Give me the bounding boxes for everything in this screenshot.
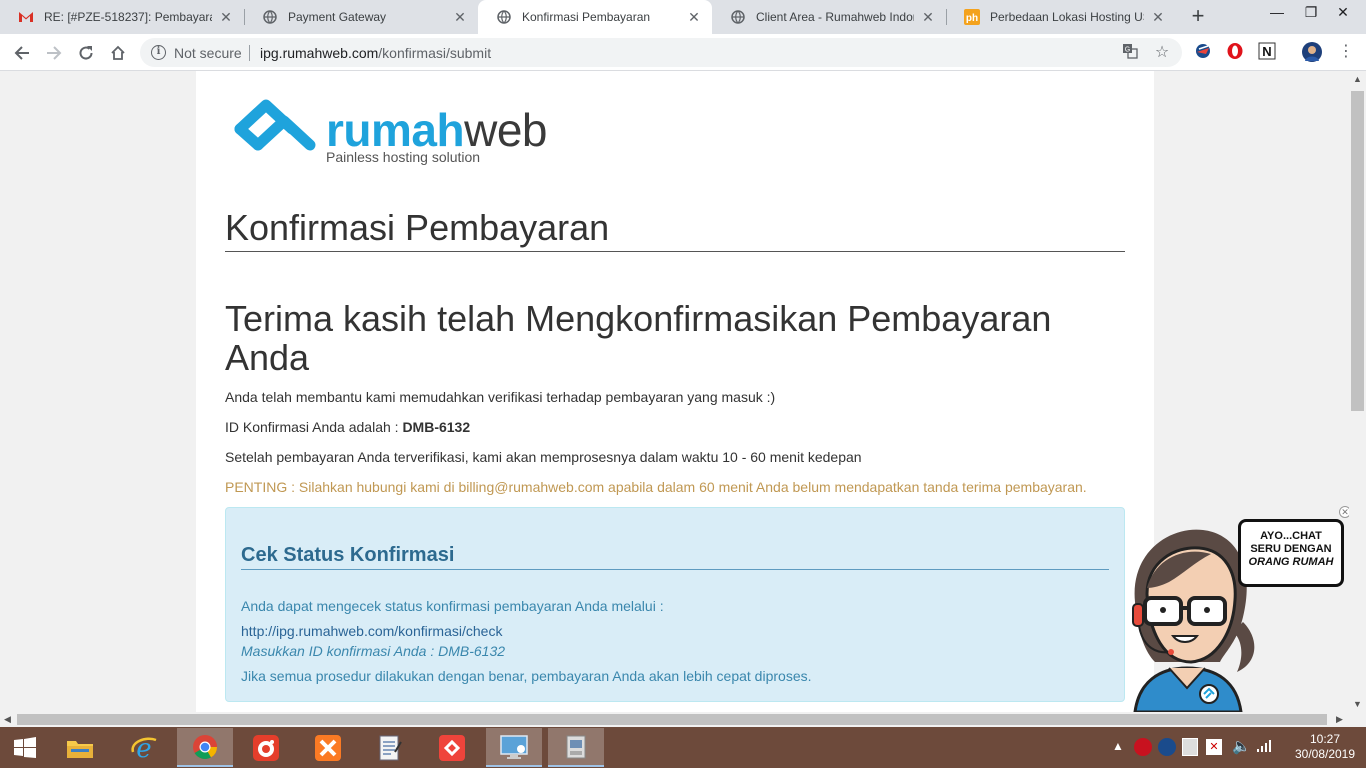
- anydesk-icon[interactable]: [424, 728, 480, 767]
- status-id-hint: Masukkan ID konfirmasi Anda : DMB-6132: [241, 643, 506, 659]
- forward-icon[interactable]: [41, 40, 67, 66]
- notepad-icon[interactable]: [362, 728, 418, 767]
- file-explorer-icon[interactable]: [52, 728, 108, 767]
- tab-gmail[interactable]: RE: [#PZE-518237]: Pembayaran ✕: [0, 0, 244, 34]
- scroll-left-icon[interactable]: ◀: [4, 714, 11, 725]
- window-close-icon[interactable]: ✕: [1320, 0, 1366, 30]
- horizontal-scroll-thumb[interactable]: [17, 714, 1327, 725]
- windows-taskbar: e ▲ ✕ 🔈 10:27 30/08/2019: [0, 727, 1366, 768]
- globe-icon: [730, 9, 746, 25]
- logo-tagline: Painless hosting solution: [326, 149, 481, 165]
- confirmation-id-line: ID Konfirmasi Anda adalah : DMB-6132: [225, 419, 470, 435]
- browser-tab-strip: RE: [#PZE-518237]: Pembayaran ✕ Payment …: [0, 0, 1366, 34]
- close-icon[interactable]: ✕: [1150, 9, 1166, 25]
- intro-text: Anda telah membantu kami memudahkan veri…: [225, 389, 776, 405]
- xampp-icon[interactable]: [300, 728, 356, 767]
- tray-app-icon-2[interactable]: [1158, 738, 1176, 756]
- status-box-intro: Anda dapat mengecek status konfirmasi pe…: [241, 598, 664, 614]
- url-text[interactable]: ipg.rumahweb.com/konfirmasi/submit: [260, 45, 491, 61]
- browser-toolbar: i Not secure ipg.rumahweb.com/konfirmasi…: [0, 34, 1366, 71]
- close-icon[interactable]: ✕: [218, 9, 234, 25]
- profile-avatar[interactable]: [1302, 42, 1322, 62]
- chat-bubble-line-1: AYO...CHAT: [1260, 530, 1322, 542]
- windows-logo-icon: [14, 736, 36, 758]
- vertical-scrollbar[interactable]: ▲ ▼: [1349, 71, 1366, 712]
- security-label: Not secure: [174, 45, 242, 61]
- scroll-right-icon[interactable]: ▶: [1336, 714, 1343, 725]
- weibo-like-app-icon[interactable]: [238, 728, 294, 767]
- close-icon[interactable]: ✕: [686, 9, 702, 25]
- scroll-up-icon[interactable]: ▲: [1353, 74, 1362, 84]
- close-icon[interactable]: ✕: [452, 9, 468, 25]
- clock-date: 30/08/2019: [1294, 747, 1356, 761]
- tray-network-device-icon[interactable]: [1182, 738, 1198, 756]
- home-icon[interactable]: [105, 40, 131, 66]
- extension-icon-1[interactable]: [1194, 42, 1214, 62]
- svg-text:N: N: [1262, 44, 1271, 59]
- menu-kebab-icon[interactable]: ⋮: [1336, 42, 1356, 62]
- clock-time: 10:27: [1309, 732, 1341, 746]
- url-path: /konfirmasi/submit: [378, 45, 492, 61]
- translate-icon[interactable]: G: [1120, 43, 1140, 63]
- rumahweb-logo-icon: [234, 99, 316, 151]
- tray-expand-icon[interactable]: ▲: [1112, 739, 1124, 753]
- reload-icon[interactable]: [73, 40, 99, 66]
- process-text: Setelah pembayaran Anda terverifikasi, k…: [225, 449, 862, 465]
- chrome-taskbar-icon[interactable]: [177, 728, 233, 767]
- tab-title: Konfirmasi Pembayaran: [522, 10, 651, 24]
- tab-title: Client Area - Rumahweb Indone: [756, 10, 914, 24]
- page-title: Konfirmasi Pembayaran: [225, 207, 1125, 252]
- globe-icon: [262, 9, 278, 25]
- globe-icon: [496, 9, 512, 25]
- tab-title: Perbedaan Lokasi Hosting US, I: [990, 10, 1144, 24]
- svg-text:G: G: [1125, 47, 1130, 54]
- warning-text: PENTING : Silahkan hubungi kami di billi…: [225, 479, 1087, 495]
- close-icon[interactable]: ✕: [920, 9, 936, 25]
- tab-payment-gateway[interactable]: Payment Gateway ✕: [244, 0, 478, 34]
- bookmark-star-icon[interactable]: ☆: [1152, 43, 1172, 63]
- chat-bubble-line-2: SERU DENGAN: [1250, 543, 1332, 555]
- status-check-box: Cek Status Konfirmasi Anda dapat mengece…: [225, 507, 1125, 702]
- chat-bubble-line-3: ORANG RUMAH: [1248, 556, 1334, 568]
- tab-konfirmasi-pembayaran[interactable]: Konfirmasi Pembayaran ✕: [478, 0, 712, 34]
- omnibox-divider: [249, 45, 250, 61]
- thanks-heading: Terima kasih telah Mengkonfirmasikan Pem…: [225, 298, 1052, 378]
- tab-title: Payment Gateway: [288, 10, 387, 24]
- status-box-title: Cek Status Konfirmasi: [241, 544, 1109, 570]
- vertical-scroll-thumb[interactable]: [1351, 91, 1364, 411]
- address-bar[interactable]: i Not secure ipg.rumahweb.com/konfirmasi…: [140, 38, 1182, 67]
- installer-app-icon[interactable]: [548, 728, 604, 767]
- back-icon[interactable]: [9, 40, 35, 66]
- tray-pdf-icon[interactable]: ✕: [1206, 739, 1222, 755]
- horizontal-scrollbar[interactable]: ◀ ▶: [0, 712, 1349, 727]
- volume-icon[interactable]: 🔈: [1232, 737, 1251, 755]
- status-box-footer: Jika semua prosedur dilakukan dengan ben…: [241, 668, 812, 684]
- start-button[interactable]: [0, 728, 50, 767]
- remote-desktop-icon[interactable]: [486, 728, 542, 767]
- n-extension-icon[interactable]: N: [1258, 42, 1278, 62]
- page-container: rumahweb Painless hosting solution Konfi…: [196, 71, 1154, 712]
- status-check-link[interactable]: http://ipg.rumahweb.com/konfirmasi/check: [241, 623, 502, 639]
- tab-title: RE: [#PZE-518237]: Pembayaran: [44, 10, 212, 24]
- scroll-down-icon[interactable]: ▼: [1353, 699, 1362, 709]
- tab-perbedaan-lokasi[interactable]: ph Perbedaan Lokasi Hosting US, I ✕: [946, 0, 1176, 34]
- confirmation-id-value: DMB-6132: [402, 419, 471, 435]
- taskbar-clock[interactable]: 10:27 30/08/2019: [1288, 732, 1362, 762]
- opera-icon[interactable]: [1226, 42, 1246, 62]
- tab-client-area[interactable]: Client Area - Rumahweb Indone ✕: [712, 0, 946, 34]
- chat-widget[interactable]: ✕ AYO...CHAT SERU DENGAN ORANG RUMAH: [1125, 506, 1351, 712]
- ph-icon: ph: [964, 9, 980, 25]
- info-icon[interactable]: i: [151, 45, 166, 60]
- rumahweb-logo[interactable]: rumahweb Painless hosting solution: [232, 99, 572, 169]
- gmail-icon: [18, 9, 34, 25]
- new-tab-button[interactable]: +: [1186, 5, 1210, 29]
- url-host: ipg.rumahweb.com: [260, 45, 379, 61]
- internet-explorer-icon[interactable]: e: [116, 728, 172, 767]
- confirmation-id-label: ID Konfirmasi Anda adalah :: [225, 419, 403, 435]
- svg-text:ph: ph: [966, 13, 978, 24]
- wifi-signal-icon[interactable]: [1256, 739, 1272, 756]
- tray-app-icon-1[interactable]: [1134, 738, 1152, 756]
- chat-speech-bubble[interactable]: AYO...CHAT SERU DENGAN ORANG RUMAH: [1238, 519, 1344, 587]
